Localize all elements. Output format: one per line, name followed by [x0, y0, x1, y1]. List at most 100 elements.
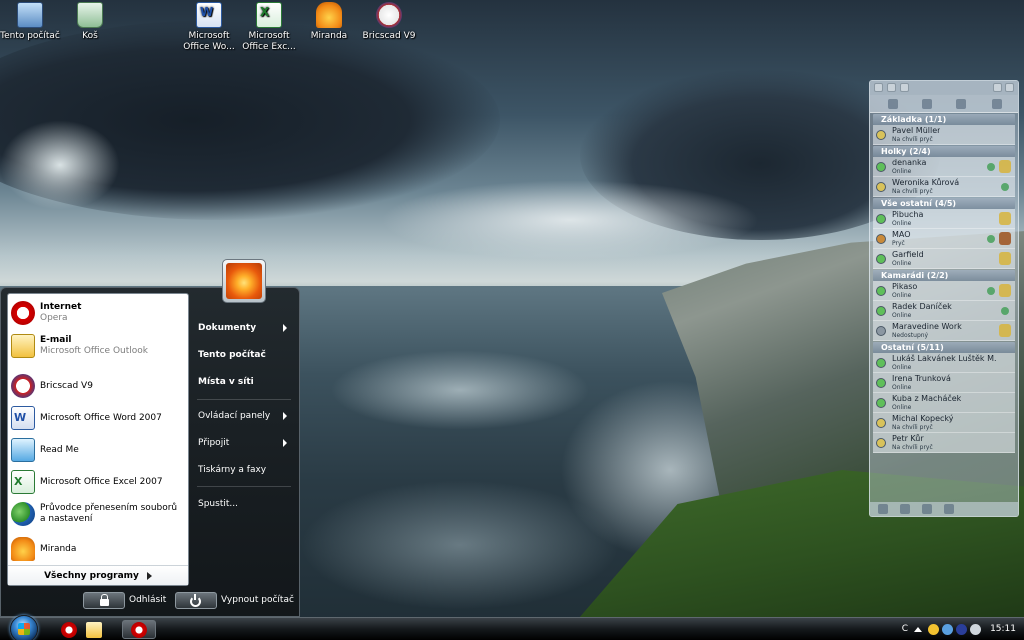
all-programs-button[interactable]: Všechny programy [8, 565, 188, 585]
wallpaper-cloud [380, 180, 760, 260]
program-email[interactable]: E-mail Microsoft Office Outlook [11, 334, 186, 358]
network-icon[interactable] [942, 623, 954, 635]
contact-status: Online [892, 220, 912, 227]
close-icon[interactable] [900, 83, 909, 92]
contact-group-header[interactable]: Základka (1/1) [873, 114, 1015, 125]
program-miranda[interactable]: Miranda [11, 537, 186, 561]
program-word[interactable]: Microsoft Office Word 2007 [11, 406, 186, 430]
contact-item[interactable]: Garfield Online [873, 249, 1015, 269]
shutdown-label[interactable]: Vypnout počítač [221, 595, 294, 605]
program-subtitle: Microsoft Office Outlook [40, 346, 148, 356]
contact-status: Online [892, 292, 912, 299]
program-internet[interactable]: Internet Opera [11, 301, 186, 325]
contact-item[interactable]: MAO Pryč [873, 229, 1015, 249]
contact-item[interactable]: Radek Daníček Online [873, 301, 1015, 321]
online-status-icon [876, 214, 886, 224]
place-printers[interactable]: Tiskárny a faxy [191, 459, 295, 481]
opera-icon [131, 622, 147, 638]
miranda-tray-icon[interactable] [928, 623, 940, 635]
wallpaper-foam [300, 480, 620, 610]
contact-item[interactable]: Petr Kůr Na chvíli pryč [873, 433, 1015, 453]
place-documents[interactable]: Dokumenty [191, 317, 295, 339]
place-computer[interactable]: Tento počítač [191, 344, 295, 366]
transfer-wizard-icon [11, 502, 35, 526]
options-icon[interactable] [922, 99, 932, 109]
user-picture[interactable] [222, 259, 266, 303]
protocol-icon[interactable] [944, 504, 954, 514]
minimize-icon[interactable] [993, 83, 1002, 92]
online-status-icon [876, 398, 886, 408]
desktop-icon-recycle-bin[interactable]: Koš [60, 0, 120, 42]
contact-item[interactable]: Michal Kopecký Na chvíli pryč [873, 413, 1015, 433]
opera-icon[interactable] [61, 622, 77, 638]
online-status-icon [876, 286, 886, 296]
protocol-icon[interactable] [922, 504, 932, 514]
outlook-icon[interactable] [86, 622, 102, 638]
miranda-titlebar[interactable] [870, 81, 1018, 95]
contact-status: Online [892, 404, 912, 411]
contact-item[interactable]: Pikaso Online [873, 281, 1015, 301]
desktop-icon-word[interactable]: Microsoft Office Wo... [179, 0, 239, 53]
contact-group-header[interactable]: Vše ostatní (4/5) [873, 198, 1015, 209]
desktop-icon-miranda[interactable]: Miranda [299, 0, 359, 42]
desktop-icon-bricscad[interactable]: Bricscad V9 [359, 0, 419, 42]
power-icon [190, 594, 201, 607]
miranda-bottom-bar [870, 502, 1018, 516]
miranda-contact-list[interactable]: Základka (1/1) Pavel Müller Na chvíli pr… [869, 80, 1019, 517]
contact-item[interactable]: Irena Trunková Online [873, 373, 1015, 393]
bluetooth-icon[interactable] [956, 623, 968, 635]
desktop-icon-label: Microsoft Office Exc... [242, 31, 296, 52]
start-button[interactable] [10, 615, 38, 640]
show-hidden-icons-icon[interactable] [914, 626, 923, 632]
contact-item[interactable]: denanka Online [873, 157, 1015, 177]
logoff-button[interactable] [83, 592, 125, 609]
contact-item[interactable]: Lukáš Lakvánek Luštěk M... Online [873, 353, 1015, 373]
status-icon[interactable] [992, 99, 1002, 109]
program-readme[interactable]: Read Me [11, 438, 186, 462]
protocol-icon[interactable] [900, 504, 910, 514]
program-title: Internet [40, 302, 82, 312]
place-connect[interactable]: Připojit [191, 432, 295, 454]
place-network[interactable]: Místa v síti [191, 371, 295, 393]
program-excel[interactable]: Microsoft Office Excel 2007 [11, 470, 186, 494]
contact-item[interactable]: Pibucha Online [873, 209, 1015, 229]
contact-group-header[interactable]: Ostatní (5/11) [873, 342, 1015, 353]
away-status-icon [876, 234, 886, 244]
contact-status: Na chvíli pryč [892, 424, 933, 431]
system-tray: C 15:11 [902, 618, 1024, 640]
contact-status: Pryč [892, 240, 905, 247]
logoff-label[interactable]: Odhlásit [129, 595, 166, 605]
program-bricscad[interactable]: Bricscad V9 [11, 374, 186, 398]
desktop-icon-excel[interactable]: Microsoft Office Exc... [239, 0, 299, 53]
options-icon[interactable] [1005, 83, 1014, 92]
place-run[interactable]: Spustit... [191, 493, 295, 515]
taskbar-button-opera[interactable] [122, 620, 156, 639]
program-title: E-mail [40, 335, 72, 345]
desktop-icon-computer[interactable]: Tento počítač [0, 0, 60, 42]
contact-item[interactable]: Pavel Müller Na chvíli pryč [873, 125, 1015, 145]
shutdown-button[interactable] [175, 592, 217, 609]
menu-icon[interactable] [874, 83, 883, 92]
contact-item[interactable]: Weronika Kůrová Na chvíli pryč [873, 177, 1015, 197]
online-status-icon [876, 358, 886, 368]
contact-item[interactable]: Maravedine Work Nedostupný [873, 321, 1015, 341]
status-icon[interactable] [878, 504, 888, 514]
pinned-programs-pane: Internet Opera E-mail Microsoft Office Out… [7, 293, 189, 586]
contact-group-header[interactable]: Holky (2/4) [873, 146, 1015, 157]
program-label: Read Me [40, 444, 79, 455]
program-label: Průvodce přenesením souborů a nastavení [40, 503, 178, 524]
language-indicator[interactable]: C [902, 624, 908, 634]
program-transfer-wizard[interactable]: Průvodce přenesením souborů a nastavení [11, 502, 186, 526]
outlook-icon [11, 334, 35, 358]
messages-icon[interactable] [956, 99, 966, 109]
contact-group-header[interactable]: Kamarádi (2/2) [873, 270, 1015, 281]
volume-icon[interactable] [970, 623, 982, 635]
contact-name: denanka [892, 158, 927, 167]
place-control-panel[interactable]: Ovládací panely [191, 405, 295, 427]
find-user-icon[interactable] [888, 99, 898, 109]
away-status-icon [876, 438, 886, 448]
status-menu-icon[interactable] [887, 83, 896, 92]
clock[interactable]: 15:11 [990, 624, 1016, 634]
all-programs-label: Všechny programy [44, 570, 139, 581]
contact-item[interactable]: Kuba z Macháček Online [873, 393, 1015, 413]
